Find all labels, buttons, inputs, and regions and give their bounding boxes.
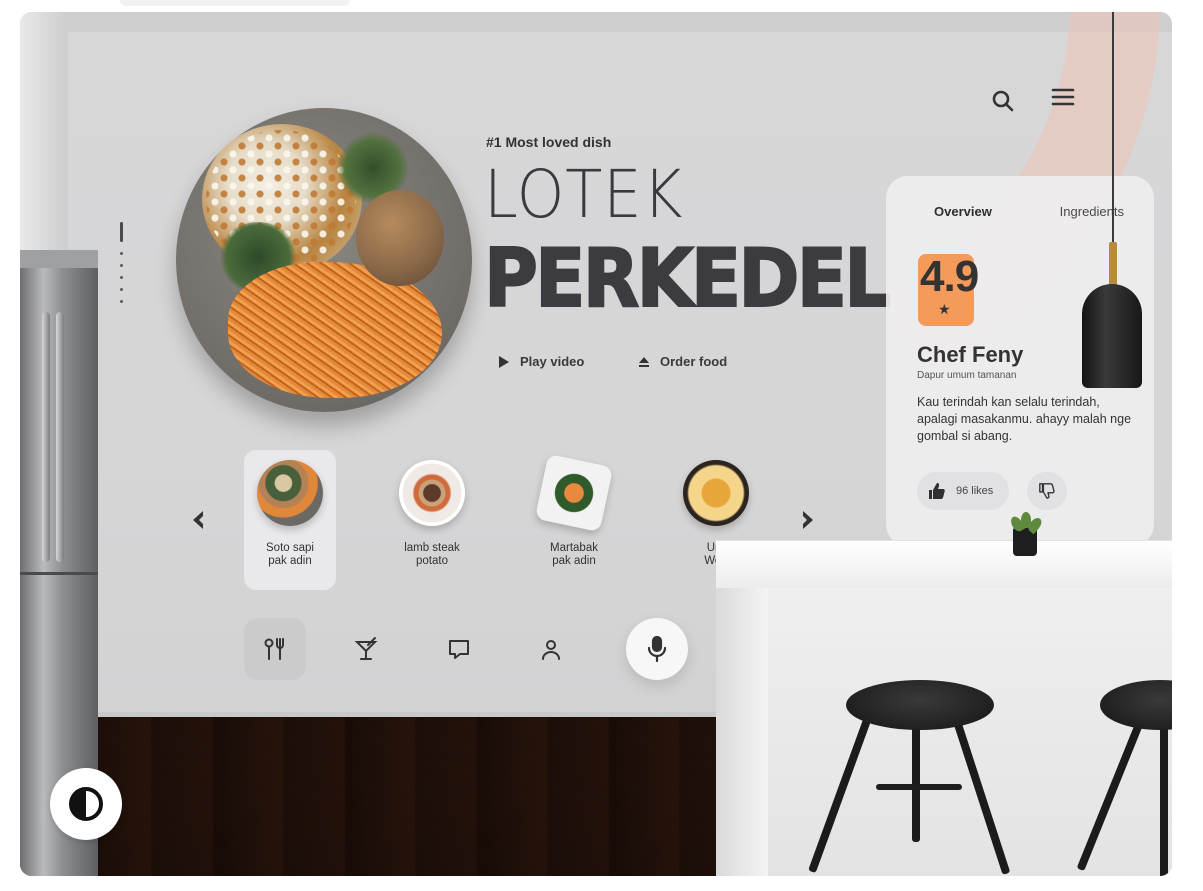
microphone-icon — [647, 635, 667, 663]
thumbs-up-icon — [929, 483, 945, 499]
dish-name: lamb steak potato — [389, 542, 475, 568]
scroll-dot — [120, 288, 123, 291]
fridge-handle — [42, 312, 50, 562]
counter-side — [716, 588, 768, 876]
dish-thumbnail — [683, 460, 749, 526]
nav-profile-button[interactable] — [520, 618, 582, 680]
play-video-button[interactable]: Play video — [498, 354, 584, 369]
play-video-label: Play video — [520, 354, 585, 369]
chef-description: Kau terindah kan selalu terindah, apalag… — [917, 395, 1132, 443]
tab-overview[interactable]: Overview — [934, 204, 992, 219]
window-top-edge — [120, 0, 350, 6]
stool-leg — [1160, 712, 1168, 876]
dish-card[interactable]: Soto sapi pak adin — [244, 450, 336, 590]
carousel-prev-button[interactable] — [186, 508, 210, 532]
tab-ingredients[interactable]: Ingredients — [1060, 204, 1124, 219]
menu-icon — [1051, 88, 1075, 106]
dish-name-line: Soto sapi — [266, 542, 314, 554]
stool-footrest — [876, 784, 962, 790]
scroll-thumb[interactable] — [120, 222, 123, 242]
counter-top — [716, 540, 1172, 588]
scroll-dot — [120, 276, 123, 279]
nav-food-button[interactable] — [244, 618, 306, 680]
dish-name-line: Martabak — [550, 542, 598, 554]
chef-subtitle: Dapur umum tamanan — [917, 370, 1017, 381]
carousel-next-button[interactable] — [796, 508, 820, 532]
stool-leg — [912, 712, 920, 842]
hero-title-light: LOTEK — [484, 156, 684, 233]
play-icon — [499, 355, 509, 368]
detail-tabs: Overview Ingredients — [934, 204, 1124, 219]
search-button[interactable] — [988, 86, 1018, 116]
fridge-door-line — [20, 572, 98, 575]
food-perkedel — [356, 190, 444, 286]
fridge-handle — [56, 312, 64, 562]
nav-chat-button[interactable] — [428, 618, 490, 680]
nav-drinks-button[interactable] — [336, 618, 398, 680]
dish-name-line: lamb steak — [404, 542, 460, 554]
order-food-label: Order food — [660, 354, 728, 369]
likes-count: 96 likes — [956, 485, 994, 497]
stool-seat — [846, 680, 994, 730]
fridge-top — [20, 250, 98, 268]
scroll-dot — [120, 252, 123, 255]
utensils-icon — [264, 638, 284, 660]
chat-icon — [449, 640, 469, 659]
contrast-icon — [69, 787, 103, 821]
voice-input-button[interactable] — [626, 618, 688, 680]
dish-name-line: potato — [416, 555, 448, 567]
thumbs-down-icon — [1039, 483, 1055, 499]
lamp-neck — [1109, 242, 1117, 288]
page-scroll-indicator[interactable] — [118, 222, 124, 304]
eject-icon — [639, 356, 649, 367]
dish-card[interactable]: lamb steak potato — [386, 450, 478, 590]
dish-thumbnail — [257, 460, 323, 526]
order-food-button[interactable]: Order food — [638, 354, 727, 369]
star-icon: ★ — [938, 301, 951, 317]
dish-name-line: pak adin — [268, 555, 312, 567]
rating-value: 4.9 — [920, 252, 979, 301]
chef-name: Chef Feny — [917, 342, 1024, 367]
cocktail-icon — [354, 637, 378, 660]
dish-thumbnail — [534, 453, 614, 533]
chevron-left-icon — [193, 511, 203, 529]
hero-title-bold: PERKEDEL — [483, 231, 892, 326]
dish-name: Soto sapi pak adin — [247, 542, 333, 568]
user-icon — [542, 640, 560, 660]
dish-name-line: pak adin — [552, 555, 596, 567]
pendant-lamp — [1082, 284, 1142, 388]
chevron-right-icon — [803, 511, 813, 529]
smart-display-scene: #1 Most loved dish LOTEK PERKEDEL Play v… — [20, 12, 1172, 876]
dish-card[interactable]: Martabak pak adin — [528, 450, 620, 590]
like-button[interactable]: 96 likes — [917, 472, 1009, 510]
scroll-dot — [120, 300, 123, 303]
dish-name: Martabak pak adin — [531, 542, 617, 568]
hero-eyebrow: #1 Most loved dish — [486, 134, 612, 150]
theme-toggle-button[interactable] — [50, 768, 122, 840]
search-icon — [992, 90, 1014, 112]
scroll-dot — [120, 264, 123, 267]
menu-button[interactable] — [1048, 82, 1078, 112]
dish-thumbnail — [399, 460, 465, 526]
dislike-button[interactable] — [1027, 472, 1067, 510]
